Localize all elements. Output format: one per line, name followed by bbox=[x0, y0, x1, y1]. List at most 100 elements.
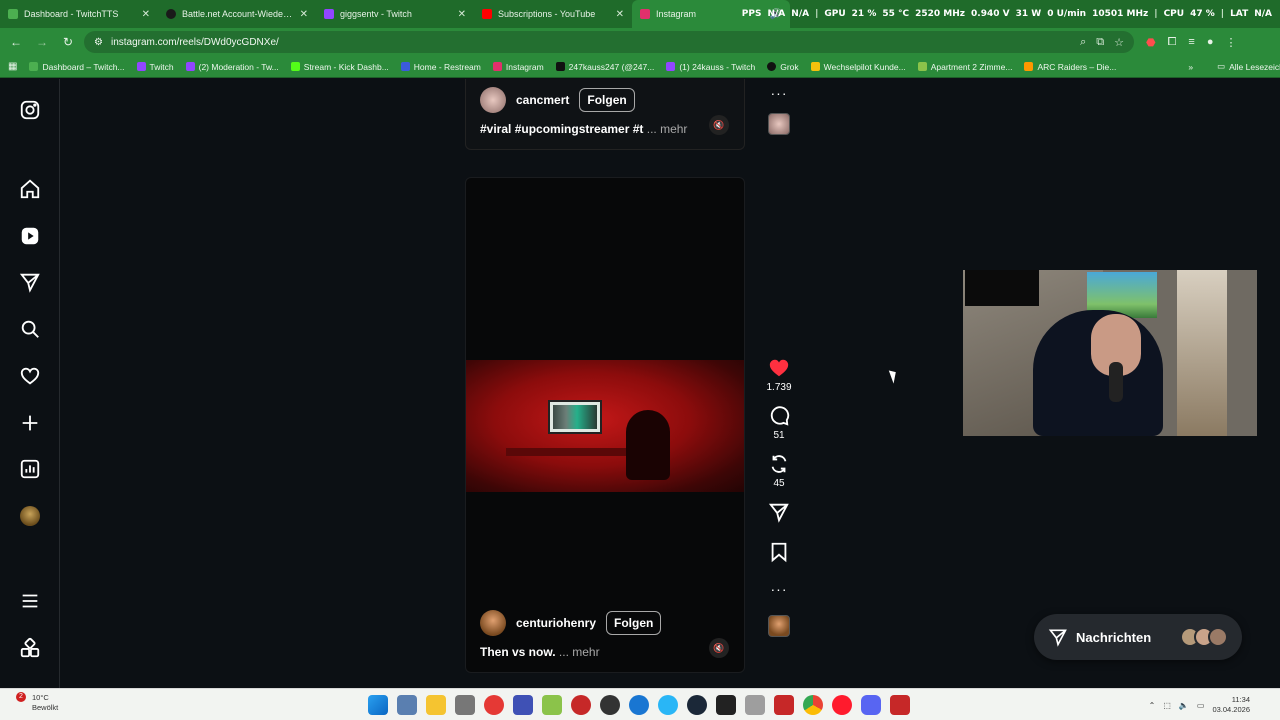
tab-youtube-subscriptions[interactable]: Subscriptions - YouTube ✕ bbox=[474, 0, 632, 28]
more-link[interactable]: ... mehr bbox=[559, 645, 600, 659]
all-bookmarks-folder[interactable]: ▭ Alle Lesezeichen bbox=[1217, 61, 1280, 72]
bookmark-item[interactable]: ARC Raiders – Die... bbox=[1024, 62, 1116, 72]
reel-caption[interactable]: #viral #upcomingstreamer #t ... mehr bbox=[480, 122, 687, 136]
reel-caption[interactable]: Then vs now. ... mehr bbox=[480, 645, 600, 659]
back-icon[interactable]: ← bbox=[6, 32, 26, 52]
volume-icon[interactable]: 🔈 bbox=[1179, 701, 1189, 710]
mouse-cursor bbox=[888, 368, 900, 384]
close-icon[interactable]: ✕ bbox=[458, 9, 466, 20]
network-icon[interactable]: ⬚ bbox=[1163, 701, 1171, 710]
app-layers-icon[interactable] bbox=[542, 695, 562, 715]
clock[interactable]: 11:34 03.04.2026 bbox=[1212, 695, 1250, 715]
install-app-icon[interactable]: ⧉ bbox=[1096, 36, 1104, 49]
chrome-icon[interactable] bbox=[803, 695, 823, 715]
apps-grid-icon[interactable]: ▦ bbox=[8, 61, 17, 72]
steam-icon[interactable] bbox=[687, 695, 707, 715]
bookmark-item[interactable]: Home - Restream bbox=[400, 62, 481, 72]
repost-button[interactable]: 45 bbox=[768, 453, 790, 489]
bookmark-item[interactable]: Instagram bbox=[492, 62, 544, 72]
instagram-logo-icon[interactable] bbox=[18, 98, 42, 122]
obs-icon[interactable] bbox=[600, 695, 620, 715]
bookmark-item[interactable]: Stream - Kick Dashb... bbox=[290, 62, 389, 72]
bookmark-item[interactable]: 247kauss247 (@247... bbox=[555, 62, 654, 72]
media-controls-icon[interactable]: ≡ bbox=[1188, 36, 1194, 49]
battlenet-icon bbox=[166, 9, 176, 19]
create-plus-icon[interactable] bbox=[18, 411, 42, 435]
tab-giggsentv-twitch[interactable]: giggsentv - Twitch ✕ bbox=[316, 0, 474, 28]
follow-button[interactable]: Folgen bbox=[606, 611, 662, 635]
author-avatar[interactable] bbox=[480, 87, 506, 113]
more-options-icon[interactable]: ··· bbox=[771, 85, 788, 101]
close-icon[interactable]: ✕ bbox=[616, 9, 624, 20]
mute-icon[interactable]: 🔇 bbox=[709, 115, 729, 135]
bookmark-item[interactable]: (1) 24kauss - Twitch bbox=[666, 62, 755, 72]
bookmark-item[interactable]: Grok bbox=[767, 62, 799, 72]
comment-button[interactable]: 51 bbox=[768, 405, 790, 441]
reload-icon[interactable]: ↻ bbox=[58, 32, 78, 52]
more-menu-icon[interactable] bbox=[18, 589, 42, 613]
battery-icon[interactable]: ▭ bbox=[1197, 701, 1205, 710]
app-red-icon[interactable] bbox=[484, 695, 504, 715]
app-cloud-icon[interactable] bbox=[658, 695, 678, 715]
bookmark-item[interactable]: Dashboard – Twitch... bbox=[29, 62, 125, 72]
app-dark-icon[interactable] bbox=[716, 695, 736, 715]
opera-icon[interactable] bbox=[832, 695, 852, 715]
app-red-square-icon[interactable] bbox=[774, 695, 794, 715]
author-username[interactable]: centuriohenry bbox=[516, 616, 596, 630]
search-icon[interactable] bbox=[18, 317, 42, 341]
tab-dashboard-twitchtts[interactable]: Dashboard - TwitchTTS ✕ bbox=[0, 0, 158, 28]
extensions-icon[interactable]: ⧠ bbox=[1168, 36, 1177, 49]
reels-icon[interactable] bbox=[18, 224, 42, 248]
profile-avatar[interactable] bbox=[18, 504, 42, 528]
weather-widget[interactable]: 2 10°C Bewölkt bbox=[16, 692, 58, 713]
file-explorer-icon[interactable] bbox=[426, 695, 446, 715]
forward-icon[interactable]: → bbox=[32, 32, 52, 52]
close-icon[interactable]: ✕ bbox=[300, 9, 308, 20]
more-bookmarks-icon[interactable]: » bbox=[1188, 62, 1193, 72]
calculator-icon[interactable] bbox=[397, 695, 417, 715]
close-icon[interactable]: ✕ bbox=[142, 9, 150, 20]
bookmark-item[interactable]: (2) Moderation - Tw... bbox=[185, 62, 279, 72]
system-tray: ⌃ ⬚ 🔈 ▭ 11:34 03.04.2026 bbox=[1149, 695, 1250, 715]
bookmark-item[interactable]: Twitch bbox=[136, 62, 174, 72]
adblock-icon[interactable]: ⬣ bbox=[1146, 36, 1156, 49]
app-record-icon[interactable] bbox=[571, 695, 591, 715]
tab-battlenet[interactable]: Battle.net Account-Wiederhers ✕ bbox=[158, 0, 316, 28]
dashboard-icon[interactable] bbox=[18, 457, 42, 481]
message-avatars bbox=[1180, 627, 1228, 647]
home-icon[interactable] bbox=[18, 177, 42, 201]
tray-overflow-icon[interactable]: ⌃ bbox=[1149, 701, 1156, 710]
app-gear-icon[interactable] bbox=[745, 695, 765, 715]
windows-start-icon[interactable] bbox=[368, 695, 388, 715]
reel-previous[interactable]: cancmert Folgen #viral #upcomingstreamer… bbox=[465, 79, 745, 150]
apps-icon[interactable] bbox=[18, 636, 42, 660]
bookmark-item[interactable]: Apartment 2 Zimme... bbox=[917, 62, 1012, 72]
follow-button[interactable]: Folgen bbox=[579, 88, 635, 112]
menu-icon[interactable]: ⋮ bbox=[1226, 36, 1237, 49]
save-button[interactable] bbox=[768, 541, 790, 563]
bookmark-star-icon[interactable]: ☆ bbox=[1114, 36, 1124, 49]
app-v-icon[interactable] bbox=[513, 695, 533, 715]
messages-icon[interactable] bbox=[18, 270, 42, 294]
author-avatar[interactable] bbox=[480, 610, 506, 636]
zoom-icon[interactable]: ⌕ bbox=[1080, 36, 1086, 49]
address-bar[interactable]: ⚙ instagram.com/reels/DWd0ycGDNXe/ ⌕ ⧉ ☆ bbox=[84, 31, 1134, 53]
mute-icon[interactable]: 🔇 bbox=[709, 638, 729, 658]
audio-thumbnail[interactable] bbox=[768, 113, 790, 135]
site-info-icon[interactable]: ⚙ bbox=[94, 37, 103, 48]
bookmark-item[interactable]: Wechselpilot Kunde... bbox=[810, 62, 906, 72]
like-button[interactable]: 1.739 bbox=[766, 357, 792, 393]
app-blue-icon[interactable] bbox=[629, 695, 649, 715]
app-red-square-2-icon[interactable] bbox=[890, 695, 910, 715]
notifications-heart-icon[interactable] bbox=[18, 364, 42, 388]
mouse-app-icon[interactable] bbox=[455, 695, 475, 715]
author-username[interactable]: cancmert bbox=[516, 93, 569, 107]
audio-thumbnail[interactable] bbox=[768, 615, 790, 637]
more-options-icon[interactable]: ··· bbox=[771, 581, 788, 597]
discord-icon[interactable] bbox=[861, 695, 881, 715]
share-button[interactable] bbox=[768, 501, 790, 523]
messages-button[interactable]: Nachrichten bbox=[1034, 614, 1242, 660]
more-link[interactable]: ... mehr bbox=[647, 122, 688, 136]
profile-avatar[interactable]: ● bbox=[1207, 36, 1214, 49]
reel-current[interactable]: centuriohenry Folgen Then vs now. ... me… bbox=[465, 177, 745, 673]
